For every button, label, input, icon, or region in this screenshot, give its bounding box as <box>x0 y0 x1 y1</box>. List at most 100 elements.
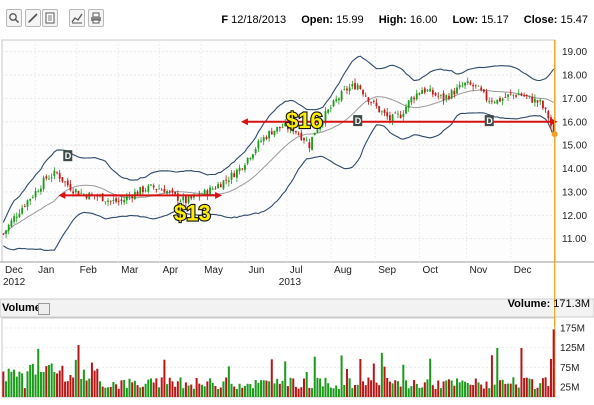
volume-bar <box>289 377 292 397</box>
candle-body <box>415 93 418 100</box>
candle-body <box>364 95 367 97</box>
dividend-marker-label: D <box>355 116 362 126</box>
volume-plot-area <box>1 317 556 398</box>
candle-body <box>142 186 144 193</box>
volume-bar <box>241 387 244 397</box>
candle-body <box>233 173 236 178</box>
candle-body <box>311 136 313 150</box>
zoom-in-icon[interactable] <box>6 9 22 27</box>
volume-bar <box>176 381 179 397</box>
volume-bar <box>98 381 101 397</box>
candle-body <box>488 100 491 102</box>
candle-body <box>389 115 391 121</box>
dividend-marker-label: D <box>65 151 72 161</box>
volume-bar <box>450 380 453 397</box>
month-tick-label: Nov <box>470 265 488 276</box>
candle-body <box>477 85 480 87</box>
volume-bar <box>391 383 394 397</box>
volume-bar <box>354 384 357 397</box>
candle-body <box>453 90 456 95</box>
volume-bar <box>174 386 177 397</box>
volume-tick-label: 75M <box>560 363 579 374</box>
volume-bar <box>549 359 552 397</box>
volume-bar <box>227 366 230 397</box>
volume-bar <box>356 384 359 397</box>
candle-body <box>520 93 523 96</box>
candle-body <box>270 131 273 135</box>
candle-body <box>346 88 348 91</box>
volume-bar <box>447 379 450 397</box>
volume-bar <box>474 378 477 397</box>
candle-body <box>53 170 56 177</box>
candle-body <box>367 97 370 102</box>
volume-bar <box>520 348 523 397</box>
price-tick-label: 18.00 <box>562 71 587 82</box>
volume-bar <box>426 379 429 397</box>
candle-body <box>23 206 26 207</box>
volume-bar <box>235 388 238 397</box>
volume-bar <box>198 383 201 397</box>
volume-bar <box>523 377 526 397</box>
volume-bar <box>316 377 319 397</box>
candle-body <box>523 95 526 97</box>
volume-bar <box>405 380 408 397</box>
candle-body <box>418 93 421 95</box>
candle-body <box>536 100 539 103</box>
volume-bar <box>109 386 112 397</box>
chart-icon[interactable] <box>69 9 85 27</box>
volume-bar <box>233 386 236 397</box>
volume-bar <box>386 377 389 397</box>
volume-bar <box>147 379 150 397</box>
volume-bar <box>31 363 34 397</box>
candle-body <box>434 92 437 96</box>
volume-bar <box>464 381 467 397</box>
candle-body <box>125 196 128 201</box>
candle-body <box>120 199 123 201</box>
candle-body <box>380 111 383 113</box>
volume-bar <box>305 372 308 397</box>
volume-bar <box>56 373 59 397</box>
volume-bar <box>82 369 85 397</box>
volume-bar <box>332 388 335 397</box>
price-tick-label: 16.00 <box>562 117 587 128</box>
volume-bar <box>278 383 281 397</box>
volume-bar <box>482 388 485 397</box>
candle-body <box>214 188 217 190</box>
candle-body <box>144 190 147 192</box>
candle-body <box>66 180 69 186</box>
candle-body <box>362 90 364 95</box>
volume-bar <box>286 386 289 397</box>
candle-body <box>472 84 475 87</box>
candle-body <box>528 95 531 97</box>
low-label: Low: <box>452 14 479 26</box>
candle-body <box>13 216 15 222</box>
candle-body <box>257 140 260 149</box>
page-icon[interactable] <box>42 9 58 27</box>
volume-bar <box>69 374 72 397</box>
candle-body <box>249 157 252 160</box>
volume-bar <box>364 385 367 397</box>
volume-bar <box>200 384 203 397</box>
price-tick-label: 13.00 <box>562 187 587 198</box>
volume-bar <box>15 376 18 397</box>
candle-body <box>42 177 45 190</box>
volume-bar <box>5 381 8 397</box>
candle-body <box>480 87 483 91</box>
volume-bar <box>429 358 432 397</box>
volume-bar <box>34 374 37 397</box>
candle-body <box>112 199 115 202</box>
volume-bar <box>155 378 158 397</box>
volume-bar <box>533 389 536 397</box>
candle-body <box>442 93 445 101</box>
volume-toggle-box[interactable] <box>38 303 50 315</box>
volume-bar <box>378 385 381 397</box>
candle-body <box>238 167 241 172</box>
volume-bar <box>461 380 464 397</box>
pencil-icon[interactable] <box>25 9 41 27</box>
candle-body <box>235 169 238 178</box>
volume-title: Volume <box>2 302 41 314</box>
print-icon[interactable] <box>88 9 104 27</box>
candle-body <box>219 184 222 188</box>
candle-body <box>211 188 214 190</box>
candle-body <box>461 85 464 87</box>
